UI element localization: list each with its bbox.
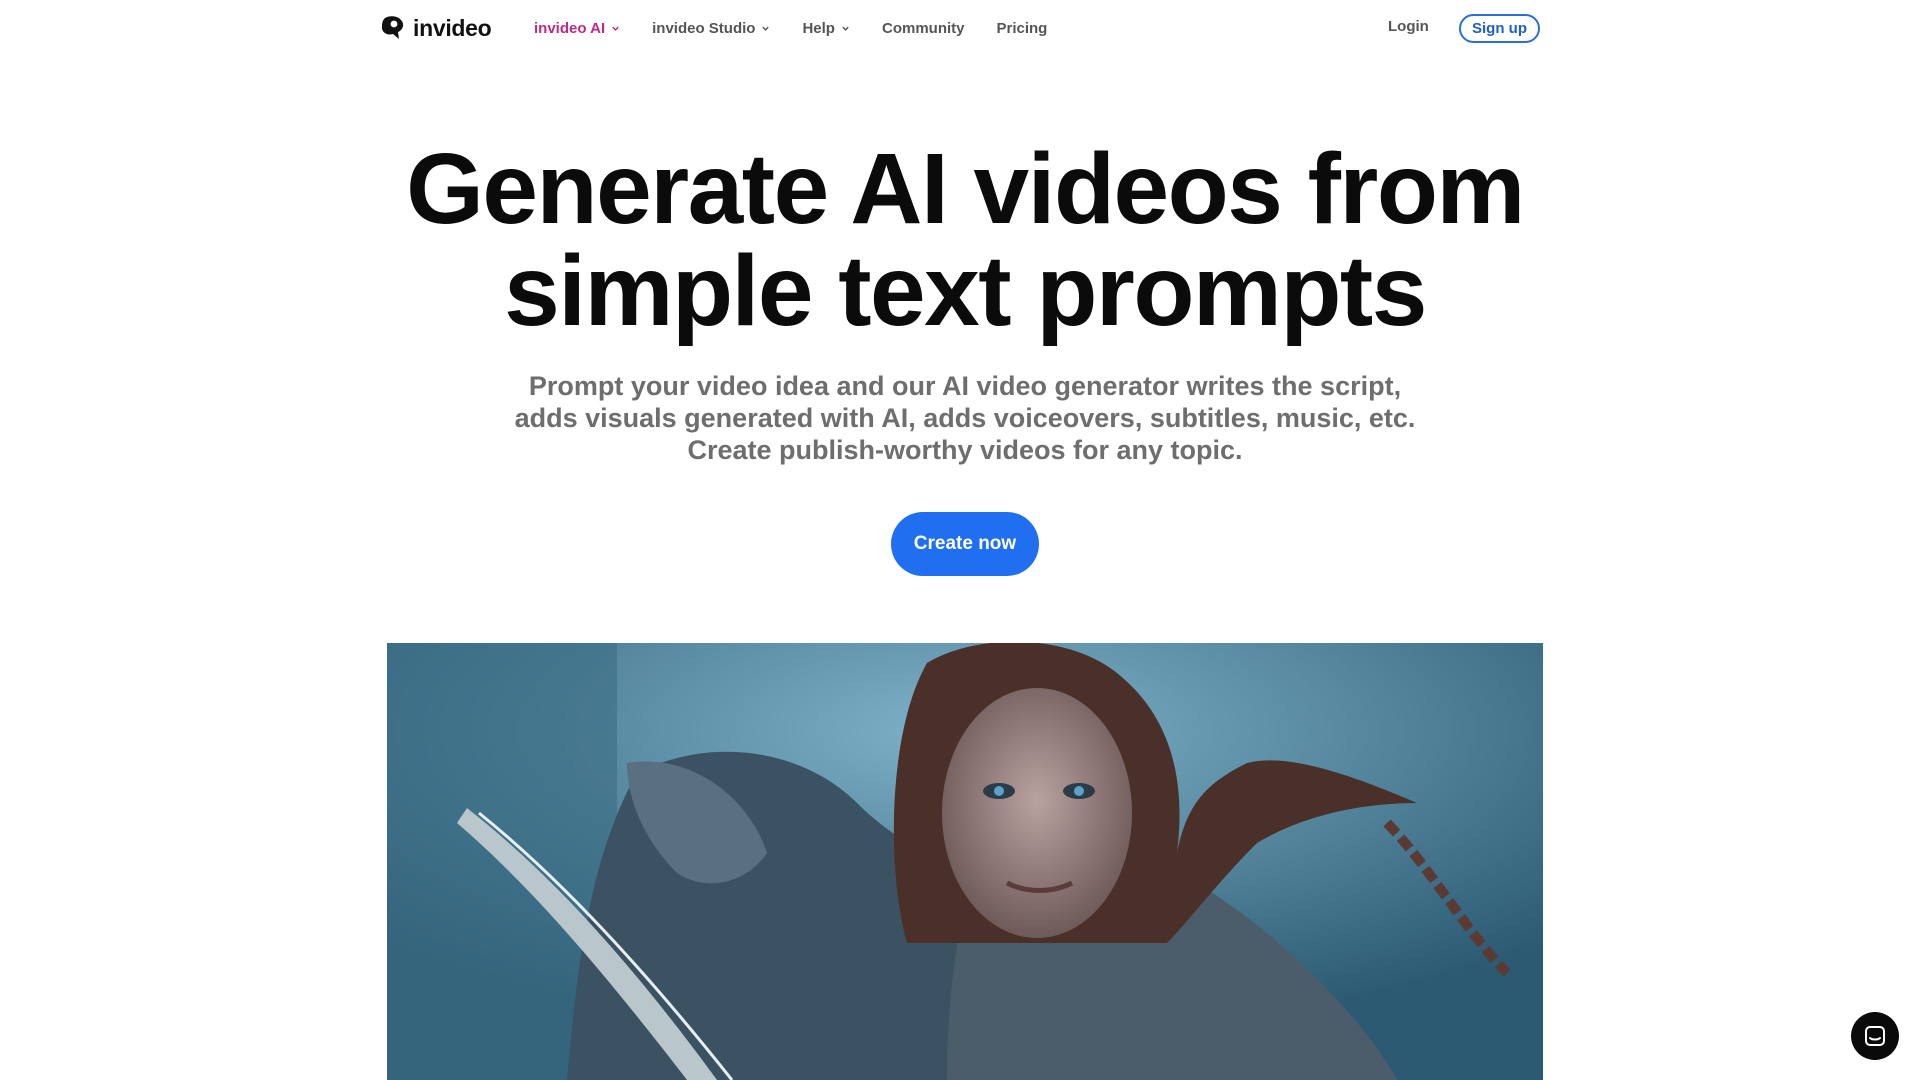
nav-item-invideo-studio[interactable]: invideo Studio [652,20,770,37]
chevron-down-icon [762,26,770,31]
invideo-logo-icon [381,16,404,39]
signup-button[interactable]: Sign up [1459,14,1540,43]
brand-logo[interactable]: invideo [379,14,492,42]
chat-widget-button[interactable] [1851,1012,1899,1060]
hero-title: Generate AI videos from simple text prom… [0,138,1920,342]
chevron-down-icon [842,26,849,31]
nav-item-label: Help [802,19,835,37]
hero-title-line: simple text prompts [504,235,1427,347]
nav-item-label: Pricing [996,19,1048,37]
main-nav: invideo AI invideo Studio Help Community… [534,18,1079,38]
nav-item-community[interactable]: Community [882,20,965,37]
nav-item-label: invideo AI [534,19,606,37]
nav-item-label: Community [881,19,965,37]
brand-name: invideo [413,14,492,41]
chevron-down-icon [612,26,619,31]
hero-subtitle-line: adds visuals generated with AI, adds voi… [514,403,1416,433]
nav-item-pricing[interactable]: Pricing [996,20,1047,37]
hero-subtitle-line: Create publish-worthy videos for any top… [687,435,1243,465]
top-navbar: invideo invideo AI invideo Studio Help C… [0,0,1920,56]
nav-item-invideo-ai[interactable]: invideo AI [534,20,620,37]
nav-item-help[interactable]: Help [802,20,850,37]
hero-subtitle: Prompt your video idea and our AI video … [0,370,1920,466]
hero-title-line: Generate AI videos from [406,133,1525,245]
chat-icon [1865,1026,1885,1046]
hero-subtitle-line: Prompt your video idea and our AI video … [528,371,1402,401]
create-now-button[interactable]: Create now [891,512,1039,576]
video-preview-image [387,643,1543,1080]
video-preview[interactable] [387,643,1543,1080]
nav-item-label: invideo Studio [652,19,756,37]
login-link[interactable]: Login [1388,18,1429,35]
